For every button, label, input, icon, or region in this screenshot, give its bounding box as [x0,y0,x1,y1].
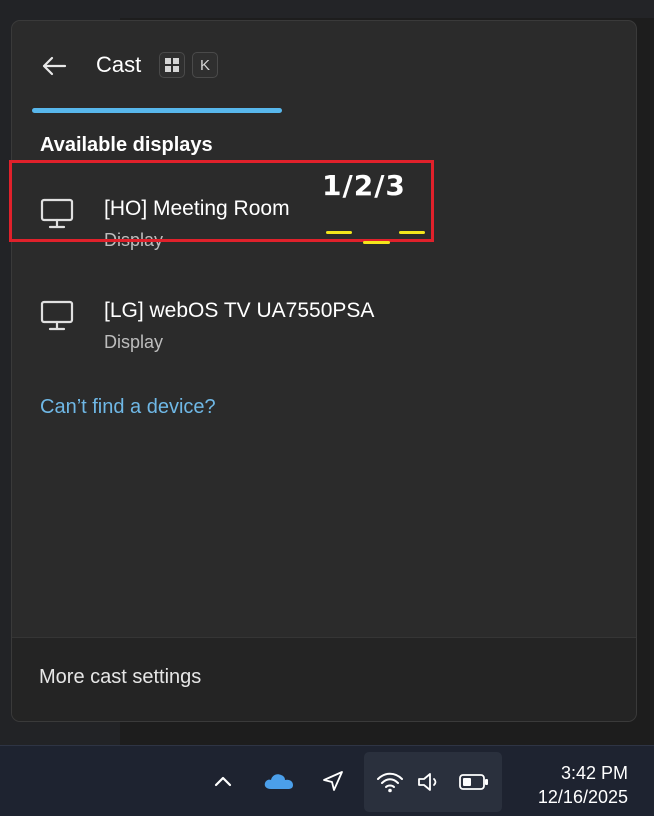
device-name: [LG] webOS TV UA7550PSA [104,299,375,322]
show-hidden-icons-button[interactable] [206,766,240,796]
onedrive-cloud-icon [264,774,293,789]
loading-progress-bar [32,108,282,113]
windows-logo-icon [165,58,179,72]
system-clock[interactable]: 3:42 PM 12/16/2025 [538,761,628,809]
location-button[interactable] [316,766,350,796]
device-type: Display [104,332,164,352]
volume-icon [418,773,437,791]
clock-time: 3:42 PM [560,763,628,783]
annotation-underline [399,231,425,234]
annotation-underline [363,241,390,244]
monitor-icon [40,198,74,229]
taskbar: 3:42 PM 12/16/2025 [0,745,654,816]
cast-flyout: Cast K Available displays [HO] Meeting R… [11,20,637,722]
clock-date: 12/16/2025 [537,787,628,807]
flyout-footer: More cast settings [12,637,636,721]
onedrive-button[interactable] [260,766,298,796]
more-cast-settings-link[interactable]: More cast settings [39,666,201,689]
flyout-title: Cast [96,52,142,77]
device-name: [HO] Meeting Room [104,197,290,220]
annotation-underline [326,231,352,234]
device-type: Display [104,230,164,250]
windows-key-badge [159,52,185,78]
wifi-icon [377,772,403,793]
annotation-label: 1/2/3 [322,169,406,202]
monitor-icon [40,300,74,331]
available-displays-heading: Available displays [40,134,213,156]
back-button[interactable] [34,49,74,83]
cant-find-device-link[interactable]: Can’t find a device? [40,396,216,419]
flyout-header: Cast K [12,21,636,113]
battery-icon [459,774,488,790]
location-arrow-icon [323,771,343,791]
desktop-screen: Cast K Available displays [HO] Meeting R… [0,0,654,816]
quick-settings-button[interactable] [364,752,502,812]
back-arrow-icon [42,56,67,76]
k-key-badge: K [192,52,218,78]
chevron-up-icon [214,776,232,787]
device-item-lg-webos-tv[interactable]: [LG] webOS TV UA7550PSA Display [22,283,622,363]
